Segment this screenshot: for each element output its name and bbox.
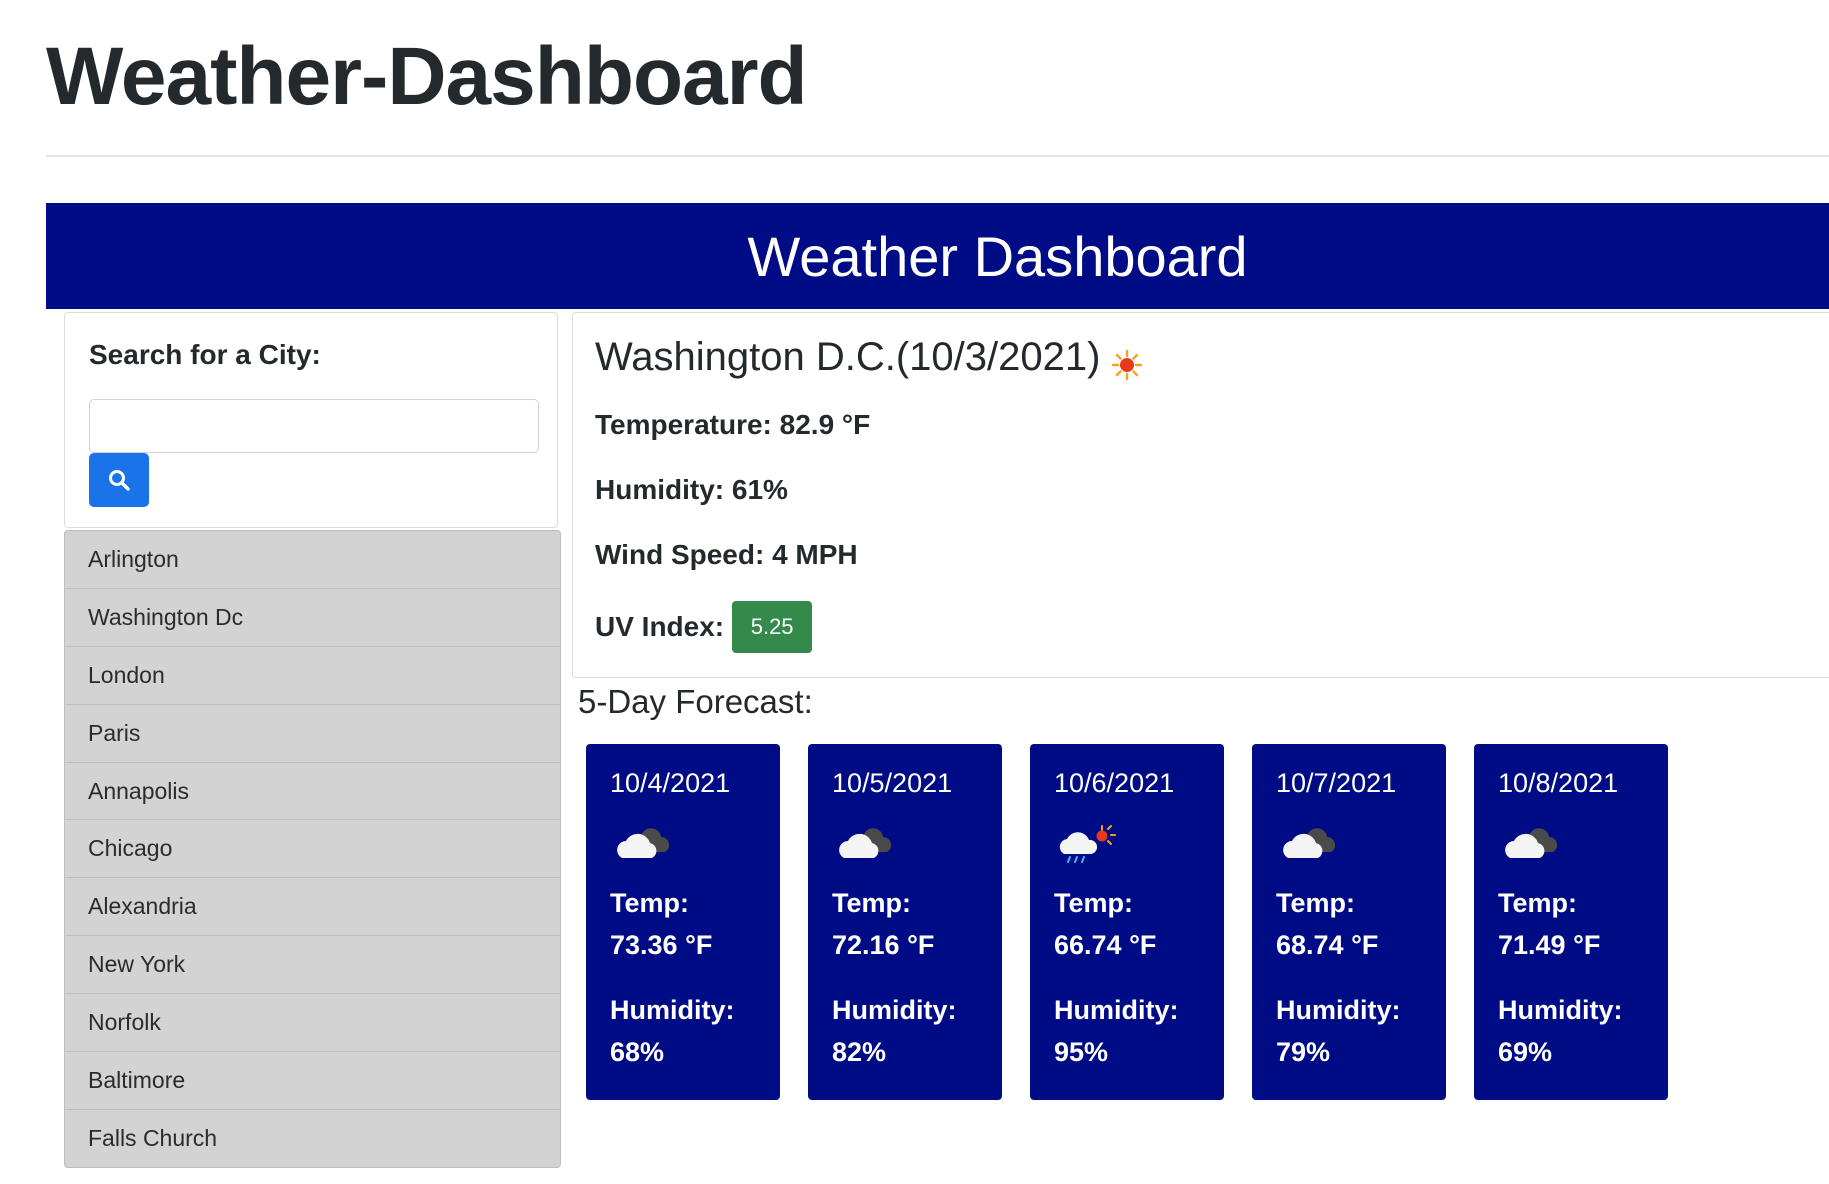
history-item-paris[interactable]: Paris (65, 705, 560, 763)
forecast-humidity-label: Humidity: (832, 995, 957, 1025)
current-uv-row: UV Index: 5.25 (595, 601, 813, 653)
cloud-icon (617, 828, 670, 858)
sun-icon (1111, 349, 1143, 381)
forecast-heading: 5-Day Forecast: (578, 683, 813, 720)
forecast-humidity-label: Humidity: (1054, 995, 1179, 1025)
forecast-card: 10/4/2021 Temp: 73.36 °F Humidity: 68% (586, 744, 780, 1100)
history-item-washington-dc[interactable]: Washington Dc (65, 589, 560, 647)
history-item-new-york[interactable]: New York (65, 936, 560, 995)
uv-index-badge: 5.25 (732, 601, 813, 653)
current-wind-speed: Wind Speed: 4 MPH (595, 539, 858, 570)
forecast-date: 10/5/2021 (832, 768, 953, 798)
history-item-falls-church[interactable]: Falls Church (65, 1110, 560, 1167)
search-label: Search for a City: (89, 339, 321, 370)
dashboard-banner: Weather Dashboard (46, 203, 1829, 309)
forecast-temp-value: 72.16 °F (832, 930, 935, 960)
forecast-humidity-label: Humidity: (1276, 995, 1401, 1025)
forecast-humidity-value: 69% (1498, 1037, 1553, 1067)
forecast-card: 10/7/2021 Temp: 68.74 °F Humidity: 79% (1252, 744, 1446, 1100)
forecast-card: 10/8/2021 Temp: 71.49 °F Humidity: 69% (1474, 744, 1668, 1100)
history-item-london[interactable]: London (65, 647, 560, 705)
search-panel: Search for a City: (64, 312, 558, 528)
current-humidity: Humidity: 61% (595, 474, 788, 505)
forecast-temp-value: 68.74 °F (1276, 930, 1379, 960)
forecast-temp-label: Temp: (1498, 888, 1577, 918)
forecast-temp-value: 73.36 °F (610, 930, 713, 960)
current-city-date: Washington D.C.(10/3/2021) (595, 335, 1101, 379)
history-item-arlington[interactable]: Arlington (65, 531, 560, 589)
forecast-humidity-label: Humidity: (1498, 995, 1623, 1025)
history-item-norfolk[interactable]: Norfolk (65, 994, 560, 1053)
history-item-alexandria[interactable]: Alexandria (65, 878, 560, 937)
title-divider (46, 155, 1829, 157)
history-item-chicago[interactable]: Chicago (65, 820, 560, 879)
cloud-icon (1505, 828, 1558, 858)
forecast-temp-value: 66.74 °F (1054, 930, 1157, 960)
page-title: Weather-Dashboard (46, 31, 808, 122)
history-item-baltimore[interactable]: Baltimore (65, 1052, 560, 1110)
forecast-temp-label: Temp: (610, 888, 689, 918)
cloud-icon (839, 828, 892, 858)
cloud-icon (1283, 828, 1336, 858)
forecast-date: 10/7/2021 (1276, 768, 1397, 798)
forecast-humidity-value: 68% (610, 1037, 665, 1067)
forecast-date: 10/4/2021 (610, 768, 731, 798)
forecast-temp-value: 71.49 °F (1498, 930, 1601, 960)
rain-sun-icon (1059, 825, 1116, 863)
forecast-humidity-value: 82% (832, 1037, 887, 1067)
current-temperature: Temperature: 82.9 °F (595, 409, 871, 440)
forecast-date: 10/6/2021 (1054, 768, 1175, 798)
forecast-card: 10/6/2021 Temp: 66.74 °F Humidity: 95% (1030, 744, 1224, 1100)
forecast-humidity-label: Humidity: (610, 995, 735, 1025)
forecast-card: 10/5/2021 Temp: 72.16 °F Humidity: 82% (808, 744, 1002, 1100)
search-icon (109, 470, 130, 491)
history-item-annapolis[interactable]: Annapolis (65, 763, 560, 821)
search-history-list: Arlington Washington Dc London Paris Ann… (64, 530, 561, 1168)
banner-title: Weather Dashboard (747, 224, 1248, 288)
current-weather-card: Washington D.C.(10/3/2021) Temperature: … (572, 312, 1829, 678)
search-button[interactable] (89, 453, 149, 507)
uv-label: UV Index: (595, 611, 725, 642)
forecast-temp-label: Temp: (1276, 888, 1355, 918)
forecast-date: 10/8/2021 (1498, 768, 1619, 798)
city-search-input[interactable] (89, 399, 539, 453)
forecast-humidity-value: 79% (1276, 1037, 1331, 1067)
forecast-humidity-value: 95% (1054, 1037, 1109, 1067)
forecast-temp-label: Temp: (832, 888, 911, 918)
forecast-temp-label: Temp: (1054, 888, 1133, 918)
